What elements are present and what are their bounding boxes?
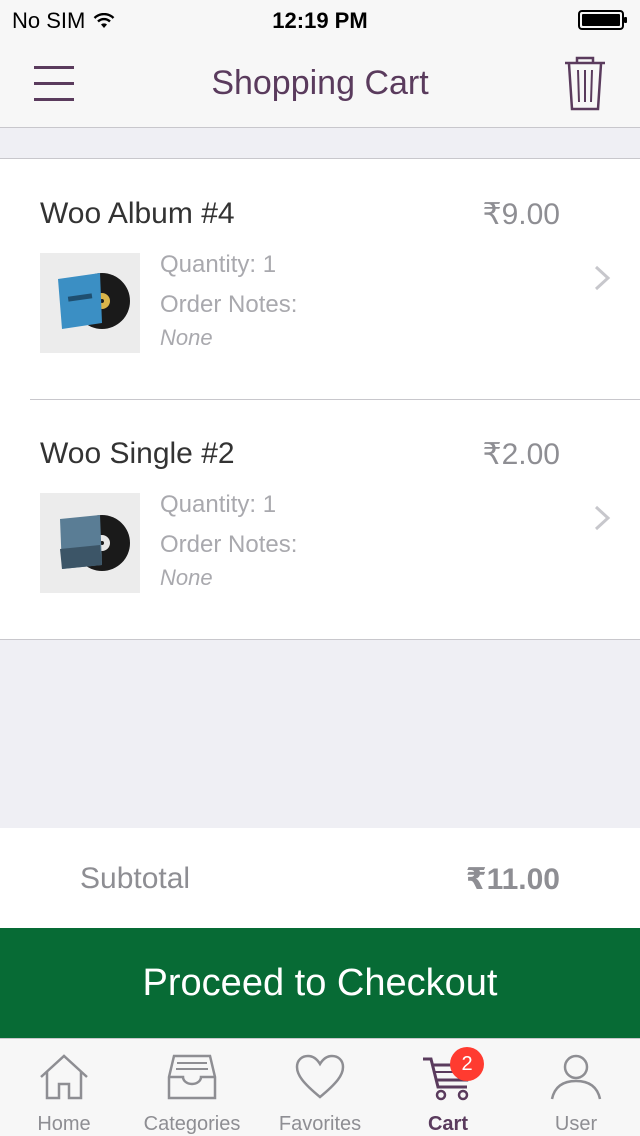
order-notes-value: None bbox=[160, 325, 213, 350]
chevron-right-icon bbox=[594, 505, 611, 531]
battery-icon bbox=[578, 10, 627, 30]
tab-label: Cart bbox=[427, 1113, 468, 1135]
item-quantity: Quantity: 1 bbox=[160, 251, 277, 278]
cart-list: Woo Album #4 ₹9.00 Quantity: 1 Order Not… bbox=[0, 158, 640, 640]
tab-label: Favorites bbox=[278, 1113, 362, 1135]
proceed-to-checkout-button[interactable]: Proceed to Checkout bbox=[0, 928, 640, 1038]
tab-label: Categories bbox=[143, 1113, 241, 1135]
subtotal-row: Subtotal ₹11.00 bbox=[0, 828, 640, 928]
status-bar: No SIM 12:19 PM bbox=[0, 0, 640, 40]
page-title: Shopping Cart bbox=[211, 64, 429, 102]
navigation-bar: Shopping Cart bbox=[0, 40, 640, 128]
tab-user[interactable]: User bbox=[512, 1039, 640, 1136]
tab-cart[interactable]: 2 Cart bbox=[384, 1039, 512, 1136]
tab-label: Home bbox=[37, 1113, 91, 1135]
trash-icon[interactable] bbox=[564, 56, 606, 112]
user-icon bbox=[550, 1054, 602, 1100]
subtotal-label: Subtotal bbox=[80, 862, 191, 895]
status-time: 12:19 PM bbox=[272, 8, 368, 33]
order-notes-value: None bbox=[160, 565, 213, 590]
tab-label: User bbox=[554, 1113, 598, 1135]
heart-icon bbox=[295, 1054, 345, 1099]
item-price: ₹2.00 bbox=[482, 438, 560, 471]
chevron-right-icon bbox=[594, 265, 611, 291]
home-icon bbox=[40, 1054, 88, 1100]
tab-home[interactable]: Home bbox=[0, 1039, 128, 1136]
tab-categories[interactable]: Categories bbox=[128, 1039, 256, 1136]
album-thumbnail bbox=[40, 253, 140, 353]
order-notes-label: Order Notes: bbox=[160, 291, 298, 318]
cart-item[interactable]: Woo Single #2 ₹2.00 Quantity: 1 Order No… bbox=[0, 399, 640, 639]
item-quantity: Quantity: 1 bbox=[160, 491, 277, 518]
cart-item[interactable]: Woo Album #4 ₹9.00 Quantity: 1 Order Not… bbox=[0, 159, 640, 399]
tab-bar: Home Categories Favorites 2 Cart User bbox=[0, 1038, 640, 1136]
item-price: ₹9.00 bbox=[482, 198, 560, 231]
item-name: Woo Single #2 bbox=[40, 437, 235, 470]
cart-count-badge: 2 bbox=[450, 1047, 484, 1081]
subtotal-amount: ₹11.00 bbox=[465, 863, 560, 896]
order-notes-label: Order Notes: bbox=[160, 531, 298, 558]
item-name: Woo Album #4 bbox=[40, 197, 235, 230]
single-thumbnail bbox=[40, 493, 140, 593]
tray-icon bbox=[167, 1054, 217, 1100]
tab-favorites[interactable]: Favorites bbox=[256, 1039, 384, 1136]
